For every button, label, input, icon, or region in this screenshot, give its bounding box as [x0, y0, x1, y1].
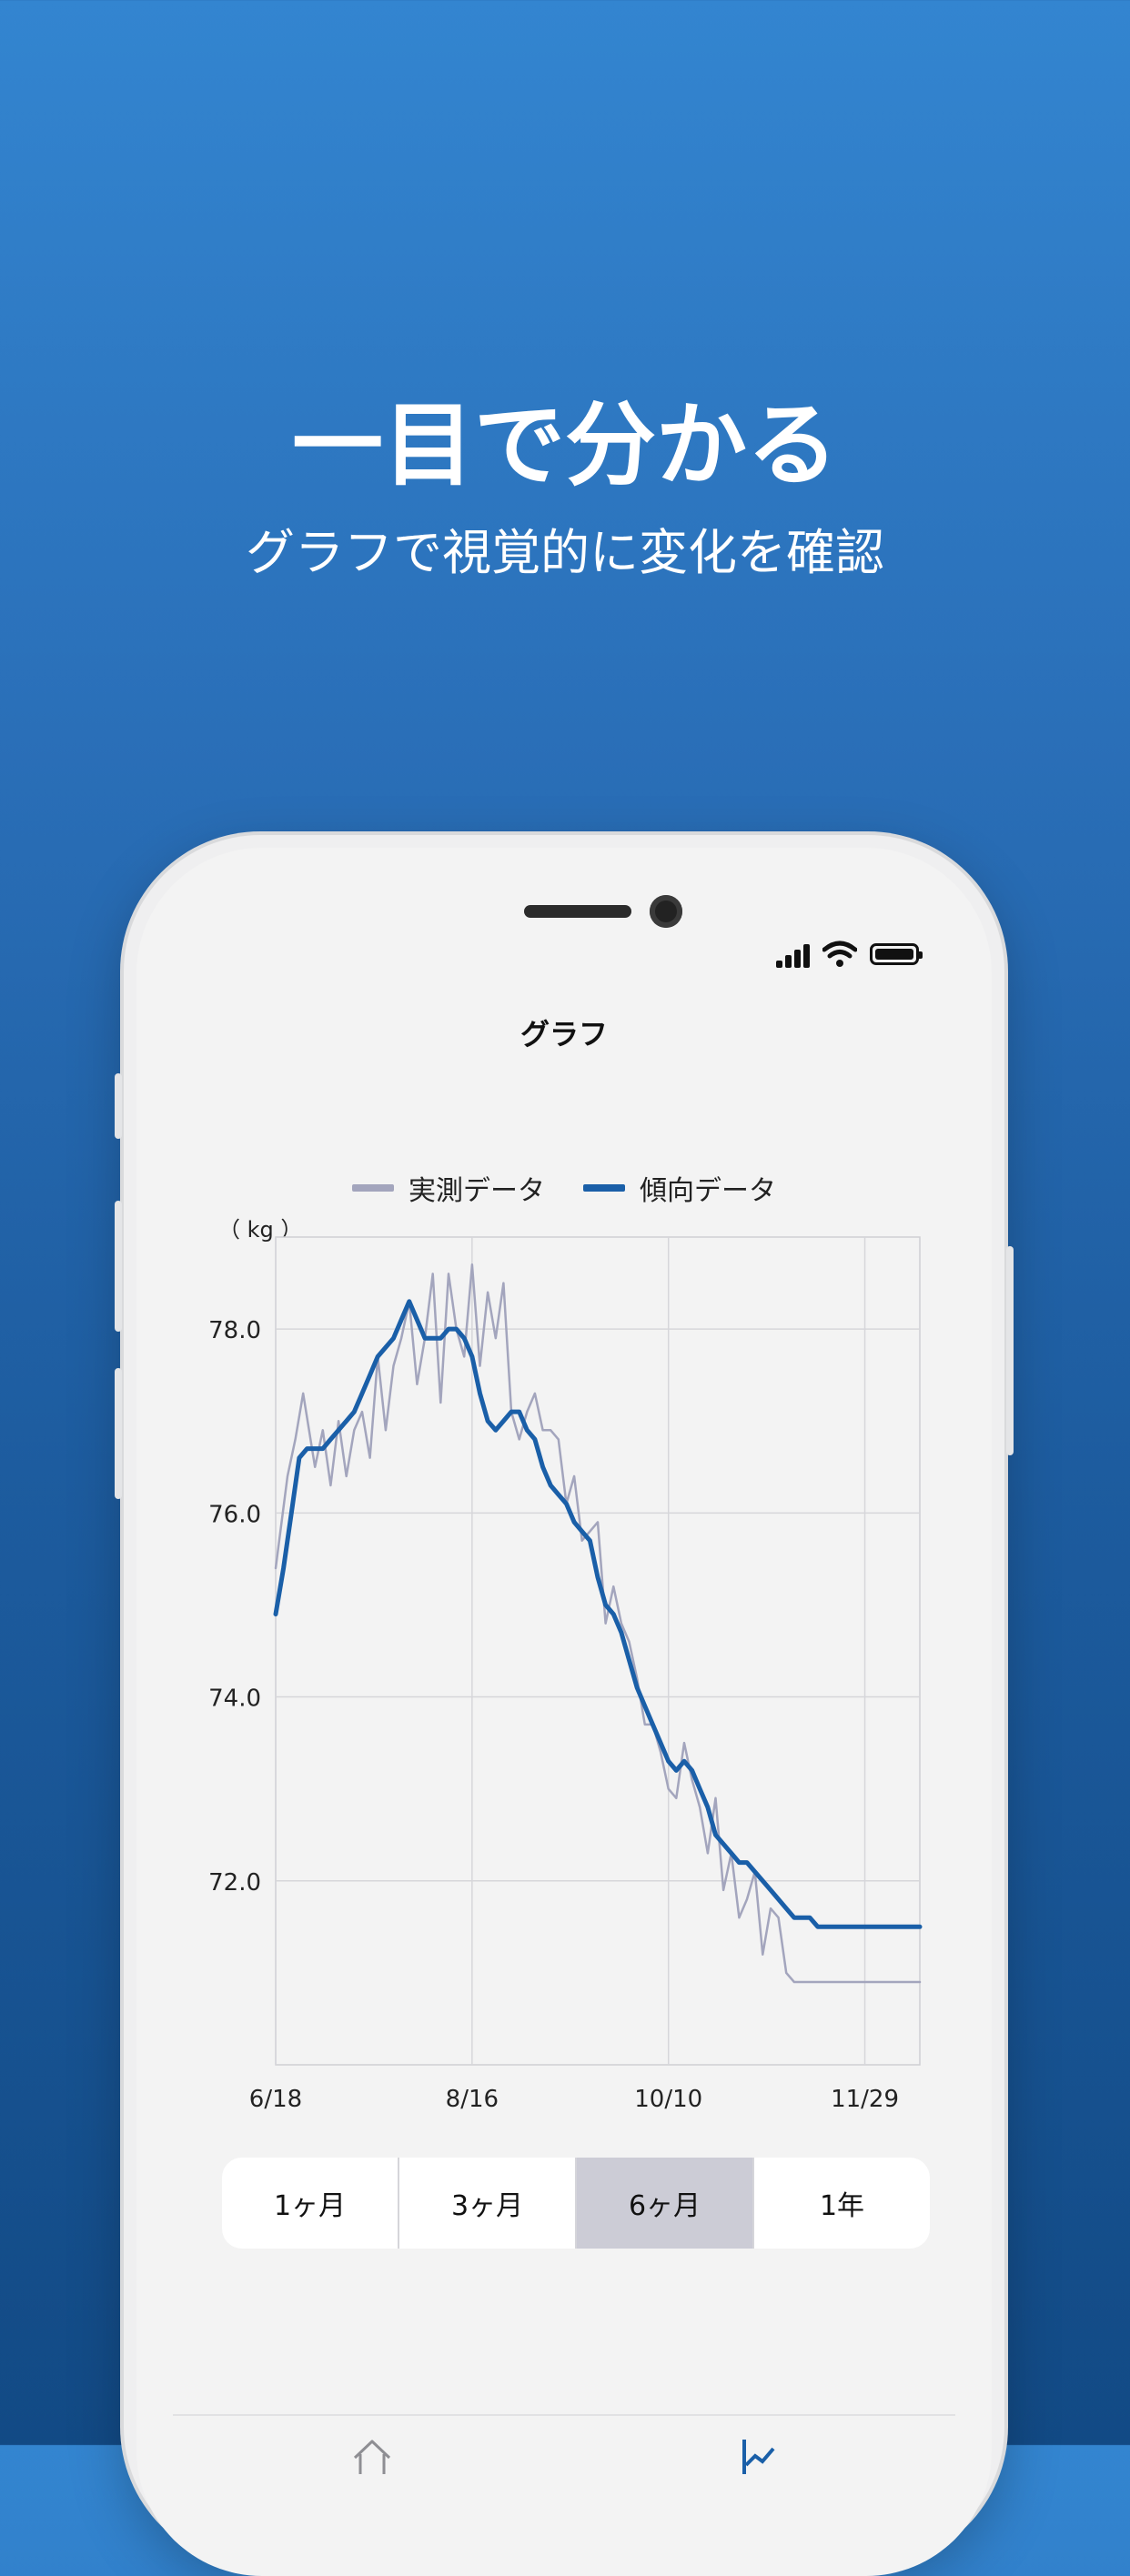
segment-6-months[interactable]: 6ヶ月: [575, 2158, 752, 2249]
segment-1-month-label: 1ヶ月: [273, 2190, 347, 2222]
battery-icon: [870, 943, 923, 965]
x-tick-label: 10/10: [634, 2086, 702, 2113]
promo-subline: グラフで視覚的に変化を確認: [246, 524, 884, 581]
segment-1-year-label: 1年: [819, 2190, 865, 2222]
plot-area: [275, 1236, 921, 2066]
legend-item-measured: 実測データ: [352, 1168, 545, 1208]
segment-1-year[interactable]: 1年: [752, 2158, 930, 2249]
phone-volume-down: [115, 1368, 122, 1499]
graph-icon[interactable]: [737, 2438, 779, 2474]
page-title: グラフ: [520, 1017, 608, 1052]
wifi-icon: [822, 941, 857, 967]
x-tick-label: 11/29: [831, 2086, 899, 2113]
phone-frame: グラフ 実測データ 傾向データ （ kg ） 78.0 76.0 74.0 72.0 6…: [115, 835, 1014, 2576]
legend-swatch-trend: [583, 1184, 625, 1192]
legend-label-trend: 傾向データ: [640, 1175, 776, 1207]
segment-3-months-label: 3ヶ月: [450, 2190, 524, 2222]
chart-legend: 実測データ 傾向データ: [136, 1168, 992, 1208]
app-screen: グラフ 実測データ 傾向データ （ kg ） 78.0 76.0 74.0 72.0 6…: [136, 848, 992, 2576]
weight-chart: 78.0 76.0 74.0 72.0 6/18 8/16 10/10 11/29: [208, 1236, 923, 2113]
status-bar: [776, 941, 923, 968]
y-tick-label: 72.0: [208, 1869, 261, 1897]
y-tick-label: 78.0: [208, 1317, 261, 1344]
legend-swatch-measured: [352, 1184, 394, 1192]
y-tick-label: 76.0: [208, 1501, 261, 1528]
phone-volume-up: [115, 1201, 122, 1332]
legend-label-measured: 実測データ: [409, 1175, 545, 1207]
segment-3-months[interactable]: 3ヶ月: [398, 2158, 575, 2249]
segment-6-months-label: 6ヶ月: [628, 2190, 701, 2222]
legend-item-trend: 傾向データ: [583, 1168, 776, 1208]
signal-icon: [776, 941, 810, 968]
front-camera: [650, 895, 682, 928]
speaker-grille: [524, 905, 631, 918]
period-segmented-control: 1ヶ月 3ヶ月 6ヶ月 1年: [222, 2158, 930, 2249]
phone-power-button: [1006, 1246, 1014, 1455]
x-tick-label: 8/16: [446, 2086, 499, 2113]
promo-headline: 一目で分かる: [292, 392, 838, 498]
home-icon[interactable]: [351, 2438, 393, 2474]
phone-side-button: [115, 1073, 122, 1139]
x-tick-label: 6/18: [249, 2086, 302, 2113]
segment-1-month[interactable]: 1ヶ月: [222, 2158, 398, 2249]
y-tick-label: 74.0: [208, 1685, 261, 1713]
tab-bar-divider: [173, 2414, 955, 2416]
